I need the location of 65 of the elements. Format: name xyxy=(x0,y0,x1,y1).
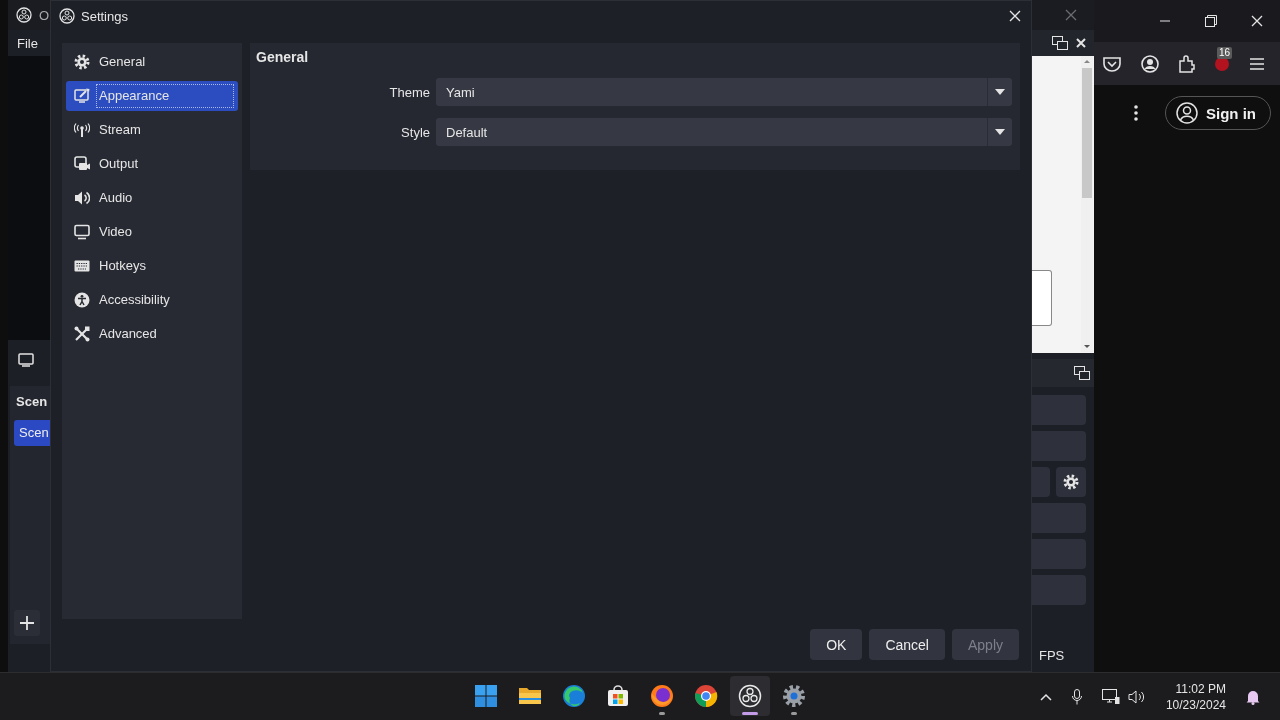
microphone-icon[interactable] xyxy=(1071,688,1082,705)
notification-icon[interactable] xyxy=(1246,688,1260,705)
sidebar-item[interactable]: Accessibility xyxy=(96,288,234,312)
maximize-icon[interactable] xyxy=(1205,15,1217,27)
inbox-icon[interactable] xyxy=(1103,55,1121,72)
account-icon[interactable] xyxy=(1141,54,1159,73)
sidebar-item[interactable]: Stream xyxy=(96,118,234,142)
chrome-icon[interactable] xyxy=(694,684,718,708)
dropdown[interactable]: Default xyxy=(436,118,1012,146)
browser-icon[interactable] xyxy=(562,684,586,708)
sidebar-item[interactable]: General xyxy=(96,50,234,74)
sidebar-item[interactable]: Audio xyxy=(96,186,234,210)
sign-in-button[interactable]: Sign in xyxy=(1165,96,1271,130)
monitor-icon xyxy=(18,353,34,367)
clock[interactable]: 11:02 PM 10/23/2024 xyxy=(1165,680,1226,713)
fox-icon[interactable] xyxy=(650,684,674,708)
badge-count: 16 xyxy=(1217,46,1233,59)
window-title: O xyxy=(39,7,50,23)
volume-icon[interactable] xyxy=(1127,688,1146,705)
monitor-icon xyxy=(74,224,90,240)
more-options-icon[interactable] xyxy=(1134,105,1138,121)
gear-icon[interactable] xyxy=(782,684,806,708)
sidebar-item[interactable]: Hotkeys xyxy=(96,254,234,278)
field-label: Theme xyxy=(388,84,430,100)
sidebar-item[interactable]: Output xyxy=(96,152,234,176)
settings-icon xyxy=(1063,474,1079,490)
caret-icon xyxy=(995,129,1005,135)
sidebar-item[interactable]: Video xyxy=(96,220,234,244)
field-label: Style xyxy=(400,124,430,140)
dialog-button[interactable]: Cancel xyxy=(869,629,945,660)
person-icon xyxy=(1176,102,1198,124)
float-icon[interactable] xyxy=(1052,36,1068,50)
dropdown[interactable]: Yami xyxy=(436,78,1012,106)
dock-title: Scen xyxy=(15,393,49,411)
app-icon[interactable] xyxy=(738,684,762,708)
accessibility-icon xyxy=(74,292,90,308)
scene-item[interactable]: Scen xyxy=(14,420,50,446)
add-button[interactable] xyxy=(14,610,40,636)
sidebar-item[interactable]: Appearance xyxy=(96,84,234,108)
tools-icon xyxy=(74,326,90,342)
chevron-up-icon[interactable] xyxy=(1039,692,1052,701)
store-icon[interactable] xyxy=(606,684,630,708)
window-title: Settings xyxy=(81,8,128,24)
section-heading: General xyxy=(256,48,310,67)
status-text: FPS xyxy=(1038,648,1065,665)
scrollbar-drawing[interactable] xyxy=(1081,56,1093,352)
sidebar-item[interactable]: Advanced xyxy=(96,322,234,346)
menu-item[interactable]: File xyxy=(17,35,38,51)
network-icon[interactable] xyxy=(1101,688,1120,705)
antenna-icon xyxy=(74,122,90,138)
caret-icon xyxy=(995,89,1005,95)
logo-icon xyxy=(59,8,75,24)
settings-button[interactable] xyxy=(1056,467,1086,497)
puzzle-icon[interactable] xyxy=(1179,54,1195,73)
camera-icon xyxy=(74,156,90,172)
float-icon[interactable] xyxy=(1074,366,1090,380)
monitor-brush-icon xyxy=(74,88,90,104)
keyboard-icon xyxy=(74,258,90,274)
dialog-button[interactable]: OK xyxy=(810,629,863,660)
logo-icon xyxy=(16,7,32,23)
plus-icon xyxy=(20,616,34,630)
speaker-icon xyxy=(74,190,90,206)
menu-icon[interactable] xyxy=(1249,56,1265,71)
gear-icon xyxy=(74,54,90,70)
start-icon[interactable] xyxy=(474,684,498,708)
